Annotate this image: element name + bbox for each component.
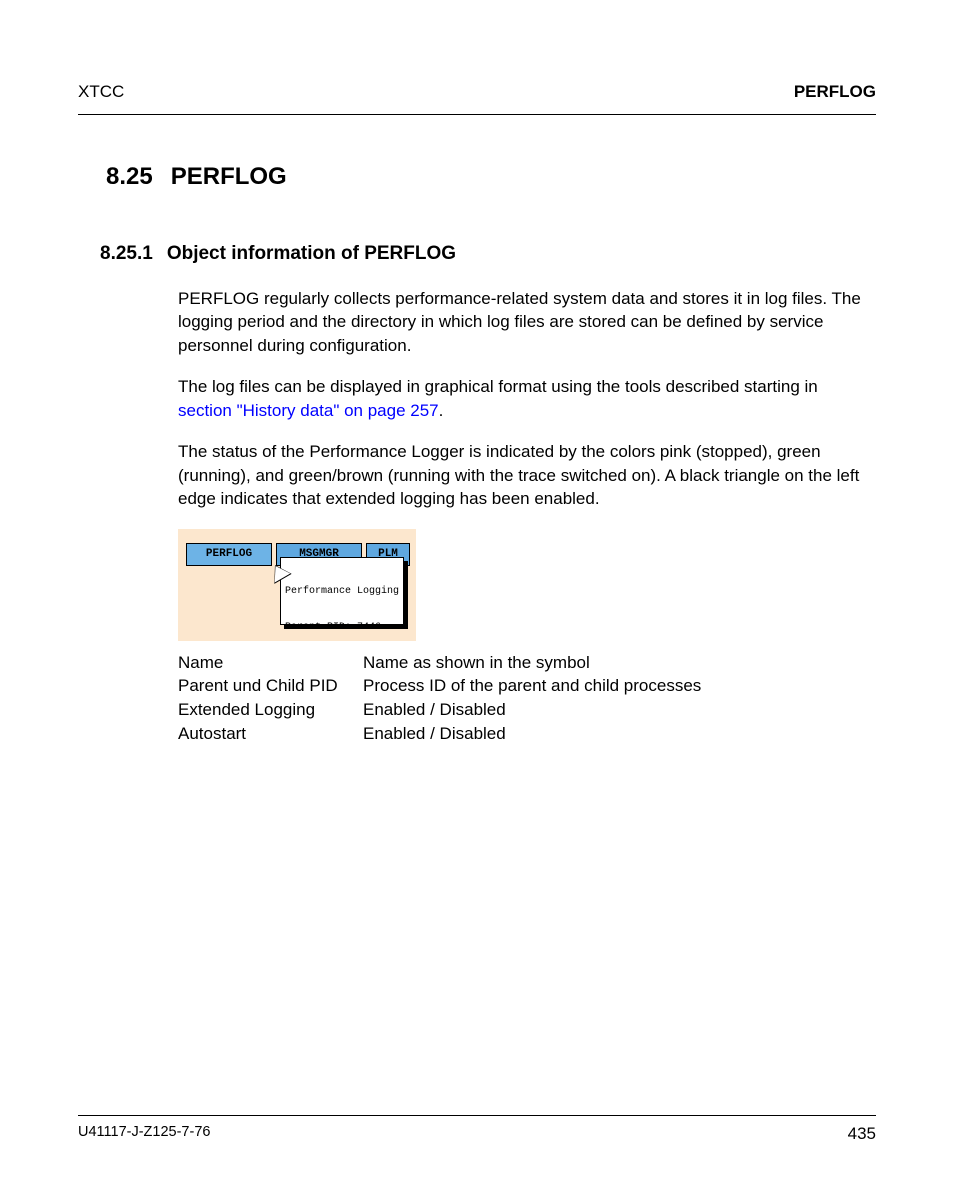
footer-code: U41117-J-Z125-7-76: [78, 1124, 210, 1144]
paragraph-1: PERFLOG regularly collects performance-r…: [178, 287, 876, 357]
definition-term: Autostart: [178, 722, 363, 746]
definition-list: Name Name as shown in the symbol Parent …: [178, 651, 876, 746]
subsection-number: 8.25.1: [100, 243, 153, 265]
figure-canvas: MSGMGR PLM PERFLOG Performance Logging P…: [178, 529, 416, 641]
definition-desc: Process ID of the parent and child proce…: [363, 674, 701, 698]
tooltip: Performance Logging Parent PID: 7446 Chi…: [280, 557, 404, 625]
subsection-title: Object information of PERFLOG: [167, 243, 456, 265]
page-footer: U41117-J-Z125-7-76 435: [78, 1115, 876, 1144]
paragraph-2-post: .: [439, 401, 444, 420]
section-heading: 8.25 PERFLOG: [106, 163, 876, 191]
footer-page-number: 435: [848, 1124, 876, 1144]
header-left: XTCC: [78, 82, 124, 102]
history-data-link[interactable]: section "History data" on page 257: [178, 401, 439, 420]
tooltip-line: Parent PID: 7446: [285, 622, 399, 625]
definition-row: Autostart Enabled / Disabled: [178, 722, 876, 746]
definition-desc: Enabled / Disabled: [363, 698, 506, 722]
section-number: 8.25: [106, 163, 153, 191]
subsection-heading: 8.25.1 Object information of PERFLOG: [100, 243, 876, 265]
page-header: XTCC PERFLOG: [78, 82, 876, 115]
tooltip-line: Performance Logging: [285, 586, 399, 598]
paragraph-3: The status of the Performance Logger is …: [178, 440, 876, 510]
definition-term: Extended Logging: [178, 698, 363, 722]
definition-row: Name Name as shown in the symbol: [178, 651, 876, 675]
definition-desc: Name as shown in the symbol: [363, 651, 590, 675]
definition-desc: Enabled / Disabled: [363, 722, 506, 746]
definition-term: Name: [178, 651, 363, 675]
figure: MSGMGR PLM PERFLOG Performance Logging P…: [178, 529, 876, 641]
paragraph-2: The log files can be displayed in graphi…: [178, 375, 876, 422]
header-right: PERFLOG: [794, 82, 876, 102]
definition-term: Parent und Child PID: [178, 674, 363, 698]
paragraph-2-pre: The log files can be displayed in graphi…: [178, 377, 818, 396]
section-title: PERFLOG: [171, 163, 287, 191]
chip-perflog: PERFLOG: [186, 543, 272, 566]
definition-row: Extended Logging Enabled / Disabled: [178, 698, 876, 722]
definition-row: Parent und Child PID Process ID of the p…: [178, 674, 876, 698]
